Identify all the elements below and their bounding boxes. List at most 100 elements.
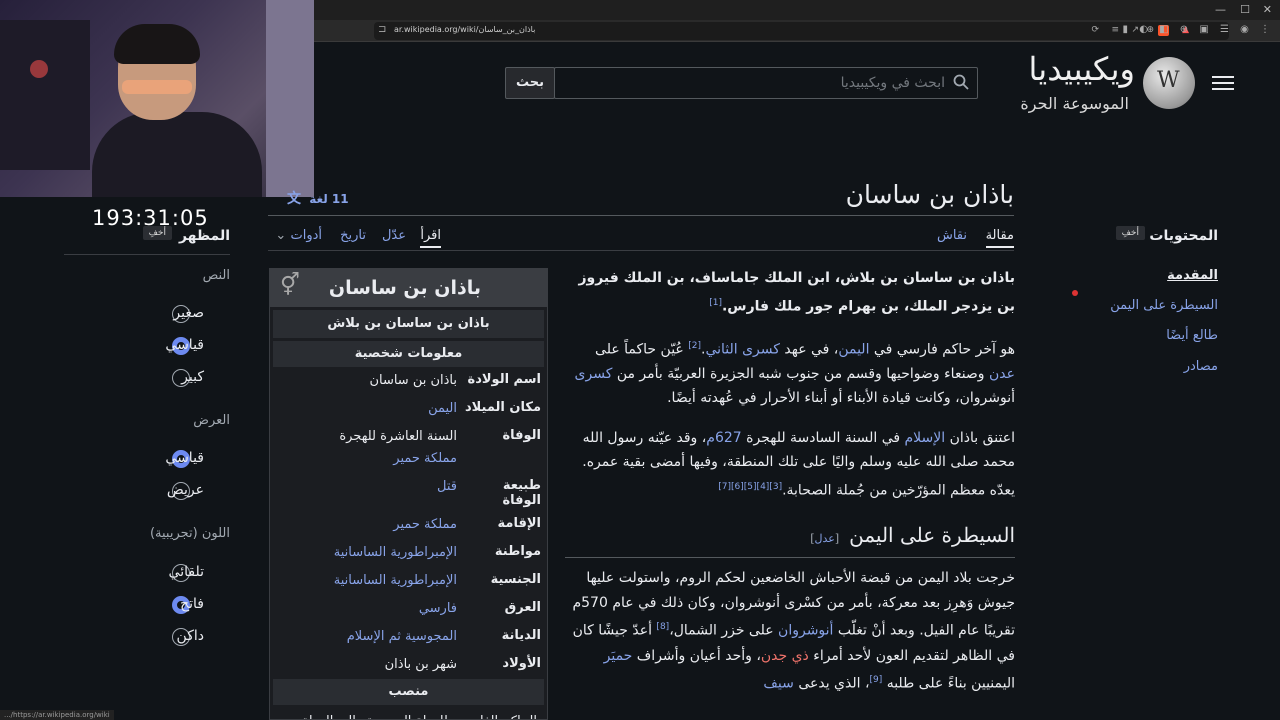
tab-tools[interactable]: أدوات ⌄ [275, 228, 322, 243]
paragraph-control: خرجت بلاد اليمن من قبضة الأحباش الخاضعين… [565, 566, 1015, 696]
article-body: باذان بن ساسان بن بلاش، ابن الملك جاماسا… [565, 266, 1015, 711]
link-islam[interactable]: الإسلام [905, 430, 946, 446]
tab-edit[interactable]: عدّل [382, 228, 406, 243]
paragraph-governor: هو آخر حاكم فارسي في اليمن، في عهد كسرى … [565, 334, 1015, 411]
toc-item-see-also[interactable]: طالع أيضًا [1166, 328, 1218, 343]
streamer-glasses [122, 80, 192, 94]
text-size-label: النص [202, 268, 230, 283]
browser-extensions[interactable]: ▮ ◐ ◧ ⊕ ▣ ☰ ◉ ⋮ [1123, 24, 1274, 35]
redlink-dhi-jadan[interactable]: ذي جدن [761, 648, 809, 664]
infobox-row-value: مملكة حمير [274, 514, 463, 536]
infobox-row: الإقامة مملكة حمير [270, 511, 547, 539]
text-size-small-label: صغير [173, 305, 204, 321]
text-span: في السنة السادسة للهجرة [741, 429, 905, 446]
infobox: باذان بن ساسان ⚥ باذان بن ساسان بن بلاش … [269, 268, 548, 720]
link-anushirvan[interactable]: أنوشروان [778, 623, 833, 639]
address-url[interactable]: ar.wikipedia.org/wiki/باذان_بن_ساسان [394, 25, 535, 34]
toc-item-control-yemen[interactable]: السيطرة على اليمن [1110, 298, 1218, 313]
infobox-value-link[interactable]: مملكة حمير [274, 514, 457, 536]
infobox-row-label: الجنسية [490, 572, 541, 587]
infobox-rows: اسم الولادة باذان بن ساسان مكان الميلاد الي… [270, 367, 547, 679]
width-wide-option[interactable]: عريض [64, 481, 230, 501]
infobox-value-link[interactable]: الإمبراطورية الساسانية [274, 570, 457, 592]
edit-link[interactable]: عدل [815, 532, 835, 545]
bookmark-icon[interactable]: ⊐ [378, 24, 386, 35]
link-627[interactable]: 627م [706, 430, 741, 446]
infobox-value-link[interactable]: المجوسية ثم الإسلام [274, 626, 457, 648]
infobox-row-value: فارسي [274, 598, 463, 620]
infobox-value-link[interactable]: قتل [274, 476, 457, 498]
link-aden[interactable]: عدن [989, 366, 1015, 382]
tab-talk[interactable]: نقاش [937, 228, 967, 243]
infobox-row-value: الإمبراطورية الساسانية [274, 570, 463, 592]
color-auto-label: تلقائي [168, 564, 204, 580]
width-standard-option[interactable]: قياسي [64, 449, 230, 469]
language-button[interactable]: 11 لغة 文 [287, 188, 349, 208]
infobox-title: باذان بن ساسان [328, 277, 481, 299]
browser-titlebar: — ☐ ✕ [314, 0, 1280, 20]
search-input[interactable]: ابحث في ويكيبيديا [554, 67, 978, 99]
color-dark-option[interactable]: داكن [64, 627, 230, 647]
reference-links[interactable]: [3][4][5][6][7] [718, 482, 782, 492]
tabs-divider [268, 250, 1014, 251]
infobox-row-label: العرق [504, 600, 541, 615]
link-yemen[interactable]: اليمن [838, 341, 869, 357]
reader-icon[interactable]: ≡ [1111, 25, 1119, 35]
tab-read[interactable]: اقرأ [420, 228, 441, 248]
section-edit-link[interactable]: [عدل] [810, 532, 839, 545]
infobox-row-label: مواطنة [494, 544, 541, 559]
streamer-body [92, 112, 262, 197]
infobox-row: طبيعة الوفاة قتل [270, 473, 547, 511]
text-span: أنوشروان، وكانت قيادة الأبناء أو أبناء ا… [667, 390, 1015, 407]
tools-label: أدوات [290, 228, 322, 243]
color-light-option[interactable]: فاتح [64, 595, 230, 615]
toc-hide-button[interactable]: أخفِ [1115, 226, 1145, 240]
infobox-value-link[interactable]: الإمبراطورية الساسانية [274, 542, 457, 564]
reference-link[interactable]: [1] [709, 298, 722, 308]
infobox-row-value: اليمن [274, 398, 463, 420]
width-standard-label: قياسي [165, 450, 204, 466]
streamer-hair [114, 24, 200, 64]
text-size-standard-option[interactable]: قياسي [64, 336, 230, 356]
minimize-icon[interactable]: — [1215, 3, 1226, 16]
mouse-cursor [1072, 290, 1078, 296]
browser-toolbar: ⊐ ar.wikipedia.org/wiki/باذان_بن_ساسان ⟳… [314, 20, 1280, 42]
infobox-row-value: المجوسية ثم الإسلام [274, 626, 463, 648]
text-size-large-option[interactable]: كبير [64, 368, 230, 388]
infobox-value-link[interactable]: اليمن [274, 398, 457, 420]
infobox-row-label: الإقامة [497, 516, 541, 531]
wikipedia-globe-logo[interactable] [1143, 57, 1195, 109]
infobox-row-value: السنة العاشرة للهجرة مملكة حمير [274, 426, 463, 470]
webcam-background-panel [0, 20, 90, 170]
infobox-value-link[interactable]: مملكة حمير [274, 448, 457, 470]
text-span: هو آخر حاكم فارسي في [869, 341, 1015, 358]
search-button[interactable]: بحث [505, 67, 555, 99]
page-title: باذان بن ساسان [845, 180, 1014, 209]
infobox-row: العرق فارسي [270, 595, 547, 623]
text-span: على خزر الشمال، [669, 623, 779, 640]
infobox-value-link[interactable]: فارسي [274, 598, 457, 620]
color-auto-option[interactable]: تلقائي [64, 563, 230, 583]
wikipedia-wordmark[interactable]: ويكيبيديا [1029, 50, 1135, 88]
link-khosrow[interactable]: كسرى [575, 366, 613, 382]
close-icon[interactable]: ✕ [1263, 3, 1272, 16]
webcam-wall [266, 0, 314, 197]
translate-icon[interactable]: ⟳ [1091, 25, 1099, 35]
reference-link[interactable]: [8] [656, 622, 669, 632]
toc-item-sources[interactable]: مصادر [1184, 359, 1218, 374]
link-khosrow-ii[interactable]: كسرى الثاني [705, 341, 780, 357]
toc-item-intro[interactable]: المقدمة [1167, 268, 1218, 283]
main-menu-icon[interactable] [1212, 72, 1234, 92]
infobox-row: اسم الولادة باذان بن ساسان [270, 367, 547, 395]
reference-link[interactable]: [2] [688, 341, 701, 351]
link-sayf[interactable]: سيف [763, 676, 793, 692]
maximize-icon[interactable]: ☐ [1240, 3, 1250, 16]
tab-history[interactable]: تاريخ [340, 228, 366, 243]
infobox-row-value: الإمبراطورية الساسانية [274, 542, 463, 564]
reference-link[interactable]: [9] [869, 675, 882, 685]
text-size-small-option[interactable]: صغير [64, 304, 230, 324]
link-himyar[interactable]: حميَر [604, 648, 633, 664]
address-bar[interactable]: ⊐ ar.wikipedia.org/wiki/باذان_بن_ساسان ⟳… [374, 22, 1229, 40]
tab-article[interactable]: مقالة [985, 228, 1014, 248]
appearance-hide-button[interactable]: أخفِ [142, 226, 172, 240]
